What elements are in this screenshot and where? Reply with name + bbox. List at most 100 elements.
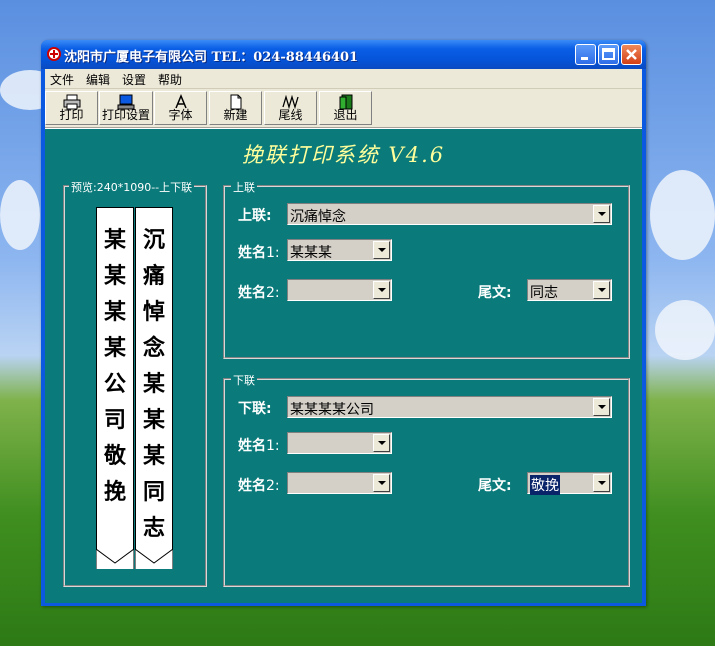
scroll-char: 某 [103,227,126,253]
chevron-down-icon[interactable] [593,474,610,492]
right-scroll-text: 沉痛悼念某某某同志 [136,222,172,546]
left-scroll-text: 某某某某公司敬挽 [97,222,133,510]
upper-name1-combo[interactable]: 某某某 [287,239,392,261]
font-label: 字体 [168,108,193,122]
print-label: 打印 [59,108,84,122]
scroll-char: 司 [103,407,126,433]
lower-name2-num: 2: [266,478,280,494]
tail-line-label: 尾线 [278,108,303,122]
upper-name2-combo[interactable] [287,279,392,301]
minimize-icon [581,57,588,60]
desktop-cloud [0,180,40,250]
menu-bar: 文件 编辑 设置 帮助 [45,69,642,89]
maximize-button[interactable] [598,44,619,65]
lower-suffix-label: 尾文: [478,478,512,494]
lower-name1-combo[interactable] [287,432,392,454]
upper-name1-num: 1: [266,245,280,261]
app-icon [47,47,61,61]
lower-name2-combo[interactable] [287,472,392,494]
left-scroll-preview: 某某某某公司敬挽 [96,207,134,569]
maximize-icon [602,48,615,60]
exit-label: 退出 [333,108,358,122]
scroll-char: 公 [103,371,126,397]
font-button[interactable]: 字体 [154,91,207,125]
print-settings-label: 打印设置 [101,108,150,122]
window-title: 沈阳市广厦电子有限公司 TEL：024-88446401 [64,50,359,65]
upper-text-combo[interactable]: 沉痛悼念 [287,203,612,225]
upper-name2-text: 姓名 [238,285,266,301]
upper-name2-label: 姓名2: [238,282,280,302]
new-label: 新建 [223,108,248,122]
scroll-char: 挽 [103,479,126,505]
lower-suffix-combo[interactable]: 敬挽 [527,472,612,495]
scroll-char: 痛 [142,263,165,289]
upper-name1-text: 姓名 [238,245,266,261]
scroll-char: 敬 [103,443,126,469]
scroll-char: 某 [103,263,126,289]
title-bar[interactable]: 沈阳市广厦电子有限公司 TEL：024-88446401 [41,40,646,69]
scroll-tail-right [135,548,173,569]
scroll-char: 某 [142,371,165,397]
upper-name2-num: 2: [266,285,280,301]
chevron-down-icon[interactable] [373,281,390,299]
chevron-down-icon[interactable] [373,474,390,492]
toolbar: 打印 打印设置 字体 新建 尾线 退出 [45,89,642,128]
lower-couplet-group: 下联 下联: 某某某某公司 姓名1: 姓名2: 尾文: 敬挽 [223,372,630,587]
desktop-cloud [655,300,715,360]
menu-file[interactable]: 文件 [50,71,74,88]
scroll-char: 悼 [142,299,165,325]
lower-name1-text: 姓名 [238,438,266,454]
close-icon [626,49,637,60]
lower-name1-num: 1: [266,438,280,454]
menu-help[interactable]: 帮助 [158,71,182,88]
chevron-down-icon[interactable] [373,241,390,259]
scroll-tail-left [96,548,134,569]
main-panel: 挽联打印系统 V4.6 预览:240*1090--上下联 某某某某公司敬挽 沉痛… [45,128,642,603]
app-title: 挽联打印系统 V4.6 [241,143,446,167]
lower-name2-text: 姓名 [238,478,266,494]
tail-line-button[interactable]: 尾线 [264,91,317,125]
upper-suffix-label: 尾文: [478,285,512,301]
right-scroll-preview: 沉痛悼念某某某同志 [135,207,173,569]
upper-couplet-group: 上联 上联: 沉痛悼念 姓名1: 某某某 姓名2: 尾文: 同志 [223,179,630,359]
exit-button[interactable]: 退出 [319,91,372,125]
chevron-down-icon[interactable] [593,205,610,223]
lower-label: 下联: [238,401,272,417]
upper-name1-label: 姓名1: [238,242,280,262]
scroll-char: 某 [142,443,165,469]
chevron-down-icon[interactable] [593,281,610,299]
scroll-char: 念 [142,335,165,361]
print-button[interactable]: 打印 [45,91,98,125]
scroll-char: 某 [142,407,165,433]
lower-text-combo[interactable]: 某某某某公司 [287,396,612,418]
scroll-char: 某 [103,299,126,325]
chevron-down-icon[interactable] [373,434,390,452]
preview-group: 预览:240*1090--上下联 某某某某公司敬挽 沉痛悼念某某某同志 [63,179,207,587]
menu-settings[interactable]: 设置 [122,71,146,88]
scroll-char: 沉 [142,227,165,253]
lower-group-title: 下联 [231,372,257,388]
minimize-button[interactable] [575,44,596,65]
close-button[interactable] [621,44,642,65]
new-button[interactable]: 新建 [209,91,262,125]
desktop-cloud [650,170,715,260]
upper-suffix-value: 同志 [530,285,558,301]
scroll-char: 某 [103,335,126,361]
scroll-char: 志 [142,515,165,541]
upper-label: 上联: [238,208,272,224]
app-window: 沈阳市广厦电子有限公司 TEL：024-88446401 文件 编辑 设置 帮助… [41,40,646,606]
lower-text-value: 某某某某公司 [290,402,374,418]
lower-suffix-value: 敬挽 [530,475,560,495]
upper-name1-value: 某某某 [290,245,332,261]
preview-title: 预览:240*1090--上下联 [69,179,195,195]
upper-group-title: 上联 [231,179,257,195]
upper-text-value: 沉痛悼念 [290,209,346,225]
lower-name2-label: 姓名2: [238,475,280,495]
window-body: 文件 编辑 设置 帮助 打印 打印设置 字体 新建 尾线 退出 挽联打印系统 V… [45,69,642,603]
upper-suffix-combo[interactable]: 同志 [527,279,612,301]
menu-edit[interactable]: 编辑 [86,71,110,88]
lower-name1-label: 姓名1: [238,435,280,455]
print-settings-button[interactable]: 打印设置 [99,91,153,125]
chevron-down-icon[interactable] [593,398,610,416]
scroll-char: 同 [142,479,165,505]
